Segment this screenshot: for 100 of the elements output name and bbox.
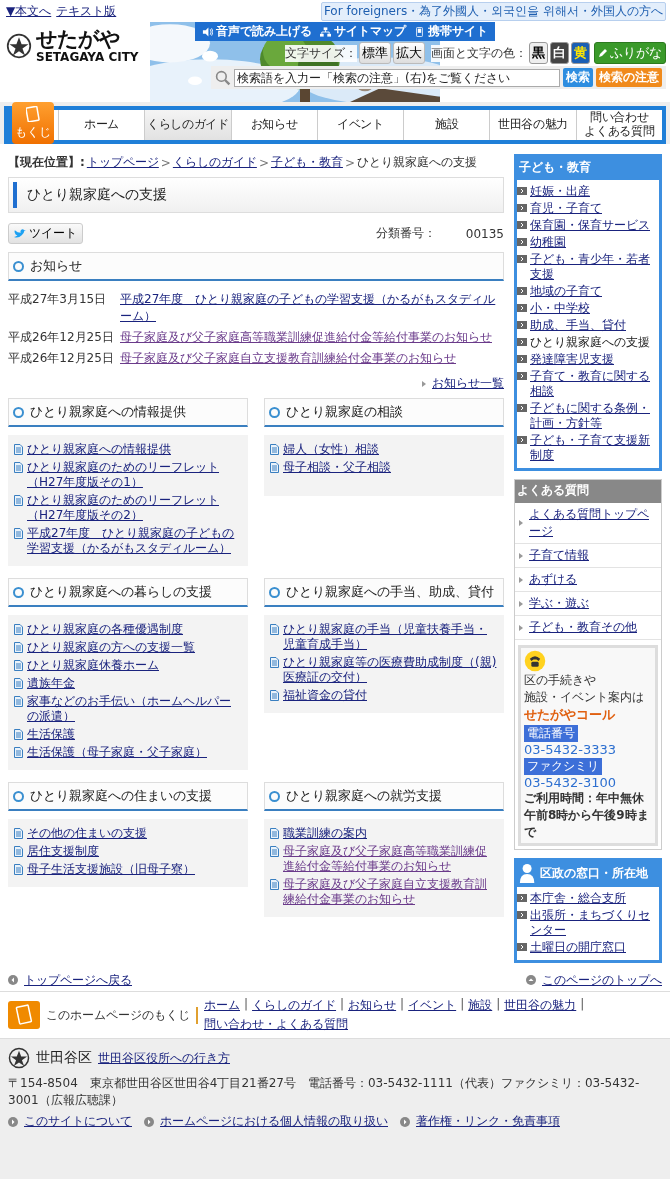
search-button[interactable]: 検索 xyxy=(563,68,593,87)
notice-link[interactable]: 母子家庭及び父子家庭自立支援教育訓練給付金事業のお知らせ xyxy=(120,350,456,367)
breadcrumb-link[interactable]: トップページ xyxy=(86,154,159,171)
color-button[interactable]: 白 xyxy=(550,42,569,64)
font-size-button[interactable]: 標準 xyxy=(359,42,391,64)
notices-list-link[interactable]: お知らせ一覧 xyxy=(432,375,504,392)
tool-link[interactable]: 携帯サイト xyxy=(410,23,492,40)
document-icon xyxy=(14,747,23,758)
document-link[interactable]: 生活保護 xyxy=(27,727,75,742)
document-link[interactable]: その他の住まいの支援 xyxy=(27,826,147,841)
furigana-button[interactable]: ふりがな xyxy=(594,42,666,64)
document-link[interactable]: 母子相談・父子相談 xyxy=(283,460,391,475)
document-link[interactable]: ひとり親家庭への情報提供 xyxy=(27,442,171,457)
category-menu-item[interactable]: 育児・子育て xyxy=(530,201,602,216)
document-link[interactable]: ひとり親家庭の方への支援一覧 xyxy=(27,640,195,655)
document-link[interactable]: 職業訓練の案内 xyxy=(283,826,367,841)
category-menu-item[interactable]: 助成、手当、貸付 xyxy=(530,318,626,333)
document-link[interactable]: 母子家庭及び父子家庭高等職業訓練促進給付金等給付事業のお知らせ xyxy=(283,844,498,874)
category-menu-item[interactable]: 子育て・教育に関する相談 xyxy=(530,369,658,399)
tweet-button[interactable]: ツイート xyxy=(8,223,83,244)
document-link[interactable]: ひとり親家庭等の医療費助成制度（(親)医療証の交付） xyxy=(283,655,498,685)
footer-nav-link[interactable]: 問い合わせ・よくある質問 xyxy=(204,1016,348,1033)
color-button[interactable]: 黒 xyxy=(529,42,548,64)
back-to-top-page-link[interactable]: トップページへ戻る xyxy=(24,971,132,989)
service-hours: ご利用時間：年中無休 xyxy=(524,790,644,807)
skip-link[interactable]: ▼本文へ xyxy=(6,2,52,20)
office-link[interactable]: 本庁舎・総合支所 xyxy=(530,891,626,906)
document-link[interactable]: ひとり親家庭の手当（児童扶養手当・児童育成手当） xyxy=(283,622,498,652)
category-menu-item[interactable]: 小・中学校 xyxy=(530,301,590,316)
footer-nav-link[interactable]: お知らせ xyxy=(348,997,397,1014)
nav-tab[interactable]: お知らせ xyxy=(250,118,298,132)
category-menu-item[interactable]: 保育園・保育サービス xyxy=(530,218,650,233)
page-top-link[interactable]: このページのトップへ xyxy=(542,971,662,989)
nav-tab[interactable]: ホーム xyxy=(84,118,120,132)
document-link[interactable]: ひとり親家庭のためのリーフレット（H27年度版その1） xyxy=(27,460,242,490)
document-link[interactable]: 遺族年金 xyxy=(27,676,75,691)
document-icon xyxy=(14,729,23,740)
category-menu-item[interactable]: ひとり親家庭への支援 xyxy=(530,335,650,350)
notice-link[interactable]: 母子家庭及び父子家庭高等職業訓練促進給付金等給付事業のお知らせ xyxy=(120,329,492,346)
section-heading: ひとり親家庭への手当、助成、貸付 xyxy=(286,583,494,601)
nav-tab[interactable]: 施設 xyxy=(435,118,459,132)
footer-nav-link[interactable]: くらしのガイド xyxy=(252,997,337,1014)
faq-link[interactable]: あずける xyxy=(529,571,577,588)
breadcrumb-label: 【現在位置】: xyxy=(8,154,85,171)
footer-nav-link[interactable]: 施設 xyxy=(468,997,493,1014)
document-link[interactable]: 母子生活支援施設（旧母子寮） xyxy=(27,862,195,877)
nav-tab[interactable]: イベント xyxy=(337,118,384,132)
breadcrumb-link[interactable]: 子ども・教育 xyxy=(270,154,343,171)
document-link[interactable]: 生活保護（母子家庭・父子家庭） xyxy=(27,745,207,760)
document-icon xyxy=(14,678,23,689)
office-link[interactable]: 出張所・まちづくりセンター xyxy=(530,908,658,938)
foreign-language-link[interactable]: For foreigners・為了外國人・외국인을 위해서・外国人の方へ xyxy=(320,1,666,21)
category-menu-item[interactable]: 子ども・子育て支援新制度 xyxy=(530,433,658,463)
breadcrumb-link[interactable]: くらしのガイド xyxy=(172,154,257,171)
document-link[interactable]: ひとり親家庭のためのリーフレット（H27年度版その2） xyxy=(27,493,242,523)
link-separator: | xyxy=(580,997,585,1013)
document-link[interactable]: ひとり親家庭休養ホーム xyxy=(27,658,159,673)
category-menu-item[interactable]: 子ども・青少年・若者支援 xyxy=(530,252,658,282)
category-menu-item[interactable]: 子どもに関する条例・計画・方針等 xyxy=(530,401,658,431)
arrow-icon xyxy=(422,380,426,387)
document-link[interactable]: 家事などのお手伝い（ホームヘルパーの派遣） xyxy=(27,694,242,724)
notice-link[interactable]: 平成27年度 ひとり親家庭の子どもの学習支援（かるがもスタディルーム） xyxy=(120,291,504,325)
access-link[interactable]: 世田谷区役所への行き方 xyxy=(98,1049,230,1067)
document-link[interactable]: 福祉資金の貸付 xyxy=(283,688,367,703)
category-menu-item[interactable]: 幼稚園 xyxy=(530,235,566,250)
font-size-button[interactable]: 拡大 xyxy=(393,42,425,64)
document-link[interactable]: 婦人（女性）相談 xyxy=(283,442,379,457)
document-icon xyxy=(14,660,23,671)
search-field[interactable]: 検索語を入力ー「検索の注意」(右)をご覧ください xyxy=(234,68,560,87)
footer-link[interactable]: ホームページにおける個人情報の取り扱い xyxy=(160,1113,388,1130)
phone-number: 03-5432-3333 xyxy=(524,742,617,757)
faq-link[interactable]: 学ぶ・遊ぶ xyxy=(529,595,589,612)
ring-icon xyxy=(269,790,280,802)
footer-link[interactable]: このサイトについて xyxy=(24,1113,132,1130)
nav-tab[interactable]: 世田谷の魅力 xyxy=(497,118,569,132)
category-menu-item[interactable]: 発達障害児支援 xyxy=(530,352,614,367)
category-menu-item[interactable]: 妊娠・出産 xyxy=(530,184,590,199)
office-link[interactable]: 土曜日の開庁窓口 xyxy=(530,940,626,955)
footer-nav-link[interactable]: 世田谷の魅力 xyxy=(504,997,577,1014)
color-button[interactable]: 黄 xyxy=(571,42,590,64)
nav-tab[interactable]: 問い合わせ xyxy=(590,111,649,125)
tool-link[interactable]: サイトマップ xyxy=(316,23,410,40)
nav-tab[interactable]: よくある質問 xyxy=(584,125,655,139)
faq-link[interactable]: よくある質問トップページ xyxy=(529,506,657,540)
arrow-icon xyxy=(519,576,523,583)
footer-link[interactable]: 著作権・リンク・免責事項 xyxy=(416,1113,560,1130)
ring-icon xyxy=(269,406,280,418)
chevron-icon xyxy=(517,355,527,363)
tool-link[interactable]: 音声で読み上げる xyxy=(198,23,316,40)
person-icon xyxy=(519,863,537,883)
category-menu-item[interactable]: 地域の子育て xyxy=(530,284,602,299)
document-link[interactable]: ひとり親家庭の各種優遇制度 xyxy=(27,622,183,637)
document-link[interactable]: 平成27年度 ひとり親家庭の子どもの学習支援（かるがもスタディルーム） xyxy=(27,526,242,556)
footer-nav-link[interactable]: ホーム xyxy=(204,997,240,1014)
document-link[interactable]: 居住支援制度 xyxy=(27,844,99,859)
document-link[interactable]: 母子家庭及び父子家庭自立支援教育訓練給付金事業のお知らせ xyxy=(283,877,498,907)
faq-link[interactable]: 子ども・教育その他 xyxy=(529,619,637,636)
skip-link[interactable]: テキスト版 xyxy=(56,2,117,20)
footer-nav-link[interactable]: イベント xyxy=(408,997,457,1014)
faq-link[interactable]: 子育て情報 xyxy=(529,547,589,564)
